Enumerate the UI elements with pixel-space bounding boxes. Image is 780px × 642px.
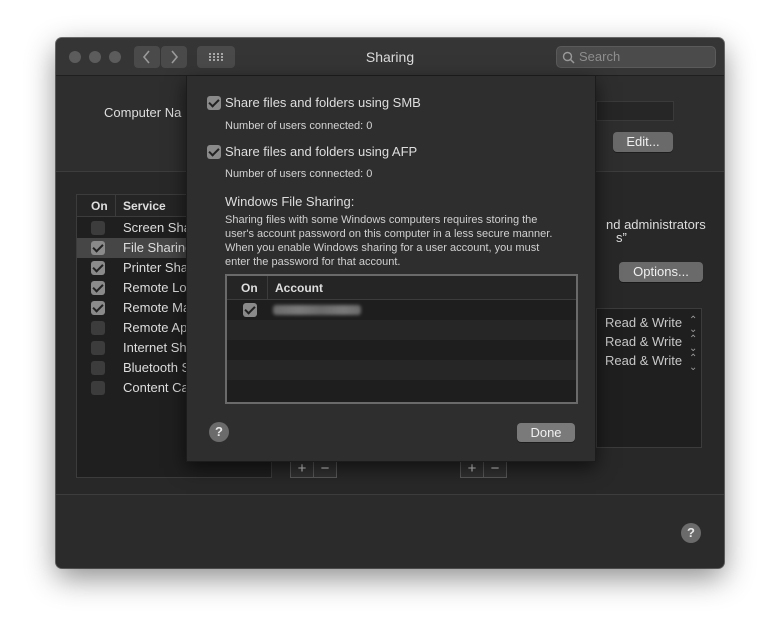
smb-checkbox[interactable] [207, 96, 221, 110]
search-placeholder: Search [579, 49, 621, 64]
service-checkbox[interactable] [91, 301, 105, 315]
windows-file-sharing-title: Windows File Sharing: [225, 194, 355, 209]
account-header-account: Account [275, 281, 323, 295]
file-sharing-options-sheet: Share files and folders using SMB Number… [186, 76, 596, 462]
service-checkbox[interactable] [91, 341, 105, 355]
computer-name-field[interactable] [596, 101, 674, 121]
service-checkbox[interactable] [91, 381, 105, 395]
service-checkbox[interactable] [91, 221, 105, 235]
permission-read-write[interactable]: Read & Write [605, 334, 682, 349]
remove-shared-folder-button[interactable]: − [314, 461, 336, 477]
table-row [227, 380, 576, 402]
service-checkbox[interactable] [91, 361, 105, 375]
service-name: Printer Sha [123, 260, 189, 275]
service-name: Internet Sh [123, 340, 187, 355]
service-name: Remote Log [123, 280, 194, 295]
remove-user-button[interactable]: − [484, 461, 506, 477]
sheet-help-button[interactable]: ? [209, 422, 229, 442]
service-name: Screen Sha [123, 220, 191, 235]
question-mark-icon: ? [215, 424, 223, 439]
options-button[interactable]: Options... [619, 262, 703, 282]
bottom-bar: ? [56, 494, 724, 568]
redacted-account-name [273, 305, 361, 315]
users-permissions-list[interactable]: Read & Write ⌃ ⌄ Read & Write ⌃ ⌄ Read & W… [596, 308, 702, 448]
service-checkbox[interactable] [91, 241, 105, 255]
service-name: Content Ca [123, 380, 189, 395]
table-row [227, 340, 576, 360]
service-checkbox[interactable] [91, 261, 105, 275]
quote-fragment: s” [616, 230, 627, 245]
users-add-remove: + − [460, 460, 507, 478]
account-enabled-checkbox[interactable] [243, 303, 257, 317]
account-table[interactable]: On Account [225, 274, 578, 404]
updown-chevron-icon[interactable]: ⌃ ⌄ [689, 316, 697, 335]
header-divider [115, 195, 116, 217]
service-name: File Sharing [123, 240, 193, 255]
account-header-on: On [241, 281, 258, 295]
header-divider [267, 276, 268, 300]
service-name: Remote Ap [123, 320, 188, 335]
add-shared-folder-button[interactable]: + [291, 461, 314, 477]
help-button[interactable]: ? [681, 523, 701, 543]
service-checkbox[interactable] [91, 281, 105, 295]
shared-folders-add-remove: + − [290, 460, 337, 478]
service-name: Remote Ma [123, 300, 191, 315]
edit-button[interactable]: Edit... [613, 132, 673, 152]
smb-users-connected: Number of users connected: 0 [225, 120, 373, 132]
table-row [227, 360, 576, 380]
table-row [227, 320, 576, 340]
computer-name-label: Computer Na [104, 105, 182, 120]
windows-file-sharing-description: Sharing files with some Windows computer… [225, 214, 553, 268]
afp-users-connected: Number of users connected: 0 [225, 168, 373, 180]
updown-chevron-icon[interactable]: ⌃ ⌄ [689, 354, 697, 373]
permission-read-write[interactable]: Read & Write [605, 315, 682, 330]
smb-label: Share files and folders using SMB [225, 95, 421, 110]
question-mark-icon: ? [687, 525, 695, 540]
search-icon [562, 51, 575, 64]
add-user-button[interactable]: + [461, 461, 484, 477]
header-on: On [91, 199, 108, 213]
titlebar: Sharing Search [56, 38, 724, 76]
afp-checkbox[interactable] [207, 145, 221, 159]
permission-read-write[interactable]: Read & Write [605, 353, 682, 368]
account-table-header: On Account [227, 276, 576, 300]
afp-label: Share files and folders using AFP [225, 144, 418, 159]
updown-chevron-icon[interactable]: ⌃ ⌄ [689, 335, 697, 354]
header-service: Service [123, 199, 166, 213]
done-button[interactable]: Done [517, 423, 575, 442]
search-field[interactable]: Search [556, 46, 716, 68]
service-name: Bluetooth S [123, 360, 191, 375]
service-checkbox[interactable] [91, 321, 105, 335]
table-row[interactable] [227, 300, 576, 320]
